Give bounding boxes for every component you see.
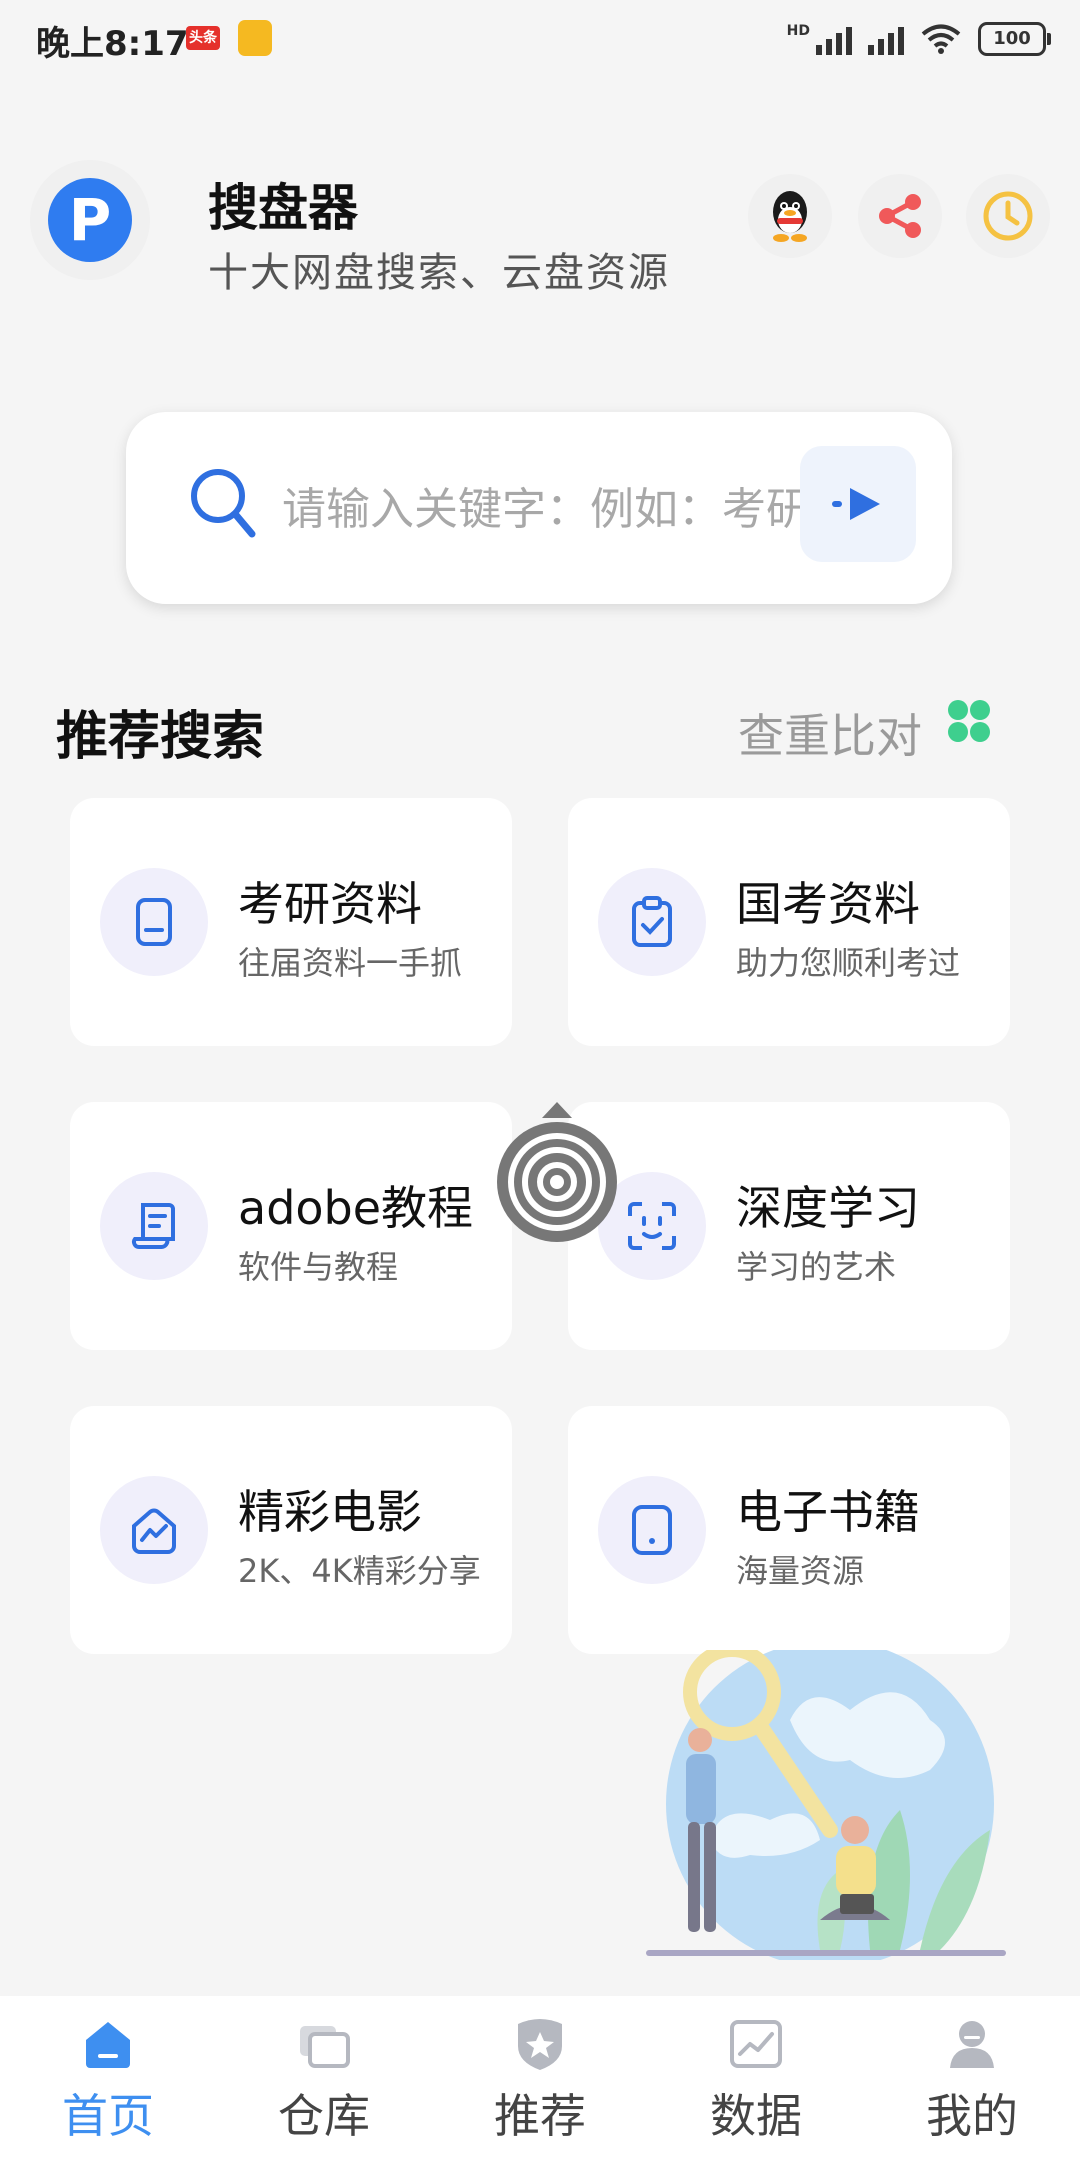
nav-home[interactable]: 首页 <box>0 1996 216 2160</box>
chart-area-icon <box>100 1476 208 1584</box>
illustration-image <box>646 1650 1006 1960</box>
home-icon <box>86 2022 130 2068</box>
search-input[interactable] <box>280 468 824 550</box>
clover-icon[interactable] <box>946 698 992 744</box>
app-logo: P <box>30 160 150 280</box>
card-adobe[interactable]: adobe教程 软件与教程 <box>70 1102 512 1350</box>
nav-label: 仓库 <box>278 2089 370 2143</box>
qq-penguin-icon <box>773 191 807 242</box>
card-subtitle: 助力您顺利考过 <box>736 944 961 982</box>
search-icon <box>191 469 256 538</box>
floating-assist-icon[interactable] <box>494 1096 620 1246</box>
app-subtitle: 十大网盘搜索、云盘资源 <box>208 250 670 296</box>
trend-chart-icon <box>730 2020 782 2068</box>
status-time: 晚上8:17 <box>36 24 189 64</box>
card-guokao[interactable]: 国考资料 助力您顺利考过 <box>568 798 1010 1046</box>
scroll-icon <box>100 1172 208 1280</box>
app-title: 搜盘器 <box>208 179 358 237</box>
nav-data[interactable]: 数据 <box>648 1996 864 2160</box>
share-icon <box>879 194 921 238</box>
card-subtitle: 海量资源 <box>736 1552 865 1590</box>
card-title: 国考资料 <box>736 877 920 931</box>
card-title: 深度学习 <box>736 1181 920 1235</box>
history-button[interactable] <box>966 174 1050 258</box>
wifi-icon <box>921 24 961 54</box>
share-button[interactable] <box>858 174 942 258</box>
qq-button[interactable] <box>748 174 832 258</box>
search-submit-button[interactable] <box>800 446 916 562</box>
bottom-nav: 首页 仓库 推荐 数据 我的 <box>0 1996 1080 2160</box>
battery-icon: 100 <box>978 22 1051 56</box>
clock-icon <box>983 191 1033 241</box>
card-kaoyan[interactable]: 考研资料 往届资料一手抓 <box>70 798 512 1046</box>
toutiao-notification-icon: 头条 <box>186 26 220 50</box>
nav-label: 数据 <box>710 2089 802 2143</box>
star-badge-icon <box>518 2019 562 2070</box>
nav-label: 推荐 <box>494 2089 586 2143</box>
card-deep-learning[interactable]: 深度学习 学习的艺术 <box>568 1102 1010 1350</box>
signal-icon: HD <box>787 23 852 55</box>
nav-warehouse[interactable]: 仓库 <box>216 1996 432 2160</box>
status-bar: 晚上8:17 头条 HD 100 <box>0 0 1080 80</box>
card-title: 电子书籍 <box>736 1485 920 1539</box>
nav-recommend[interactable]: 推荐 <box>432 1996 648 2160</box>
section-title: 推荐搜索 <box>56 707 265 767</box>
card-subtitle: 软件与教程 <box>238 1248 399 1286</box>
compare-link[interactable]: 查重比对 <box>738 700 922 766</box>
document-icon <box>100 868 208 976</box>
tablet-icon <box>598 1476 706 1584</box>
network-label: HD <box>786 23 810 39</box>
card-ebooks[interactable]: 电子书籍 海量资源 <box>568 1406 1010 1654</box>
card-movies[interactable]: 精彩电影 2K、4K精彩分享 <box>70 1406 512 1654</box>
app-notification-icon <box>238 20 272 56</box>
user-icon <box>950 2021 994 2068</box>
card-title: 精彩电影 <box>238 1485 422 1539</box>
clipboard-check-icon <box>598 868 706 976</box>
card-subtitle: 2K、4K精彩分享 <box>238 1552 481 1590</box>
nav-label: 我的 <box>926 2089 1018 2143</box>
nav-label: 首页 <box>62 2089 154 2143</box>
card-title: adobe教程 <box>238 1181 474 1235</box>
arrow-right-icon <box>832 488 880 520</box>
signal-icon-2 <box>868 23 904 55</box>
card-subtitle: 往届资料一手抓 <box>238 944 463 982</box>
nav-profile[interactable]: 我的 <box>864 1996 1080 2160</box>
app-logo-letter: P <box>48 178 132 262</box>
cards-icon <box>300 2026 350 2068</box>
card-title: 考研资料 <box>238 877 422 931</box>
status-icons: HD 100 <box>787 18 1051 60</box>
search-box <box>126 412 952 604</box>
card-subtitle: 学习的艺术 <box>736 1248 897 1286</box>
